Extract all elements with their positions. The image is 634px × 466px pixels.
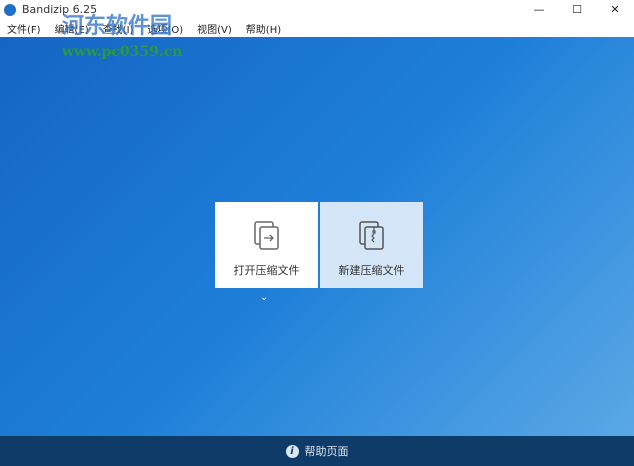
watermark-name: 河东软件园 xyxy=(62,14,173,39)
open-archive-icon xyxy=(253,221,279,250)
zip-file-icon xyxy=(358,221,384,250)
menu-help[interactable]: 帮助(H) xyxy=(239,21,288,36)
main-area: 打开压缩文件 新建压缩文件 ⌄ xyxy=(0,37,634,436)
menu-view[interactable]: 视图(V) xyxy=(190,21,239,36)
help-page-label: 帮助页面 xyxy=(304,445,349,458)
maximize-button[interactable]: ☐ xyxy=(558,0,596,19)
app-icon xyxy=(4,3,16,16)
help-page-link[interactable]: i 帮助页面 xyxy=(0,436,634,466)
chevron-down-icon[interactable]: ⌄ xyxy=(260,292,268,303)
close-button[interactable]: ✕ xyxy=(596,0,634,19)
minimize-button[interactable]: — xyxy=(520,0,558,19)
info-icon: i xyxy=(285,444,299,458)
watermark-url: www.pc0359.cn xyxy=(62,44,183,60)
open-archive-button[interactable]: 打开压缩文件 xyxy=(215,202,318,288)
new-archive-label: 新建压缩文件 xyxy=(338,264,405,277)
open-archive-label: 打开压缩文件 xyxy=(233,264,300,277)
menu-file[interactable]: 文件(F) xyxy=(0,21,48,36)
new-archive-button[interactable]: 新建压缩文件 xyxy=(320,202,423,288)
